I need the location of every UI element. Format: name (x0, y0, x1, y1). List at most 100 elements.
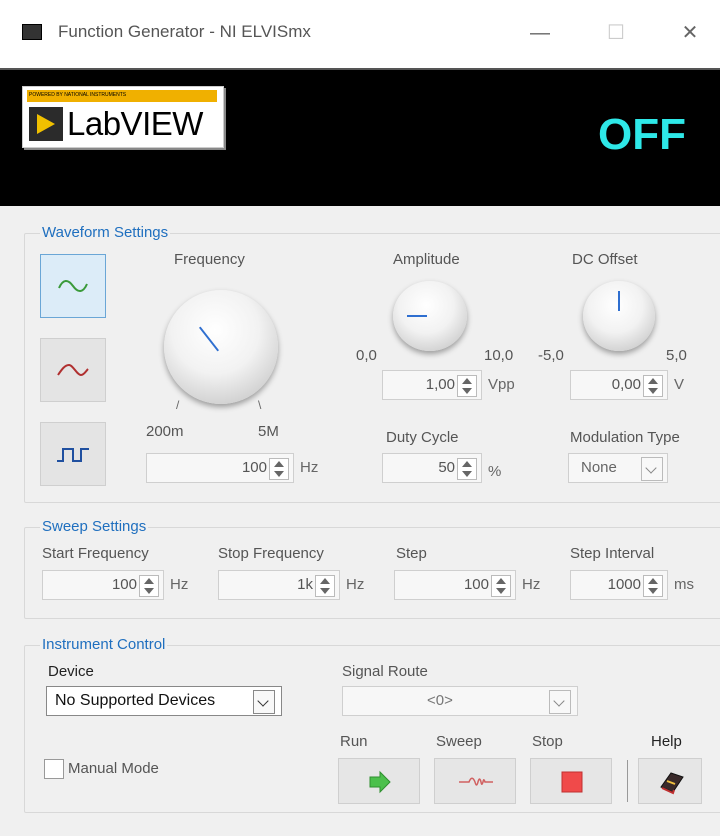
device-select[interactable]: No Supported Devices (46, 686, 282, 716)
frequency-knob-pointer (198, 326, 220, 352)
triangle-wave-button[interactable] (40, 338, 106, 402)
frequency-min-label: 200m (146, 423, 184, 440)
sine-wave-button[interactable] (40, 254, 106, 318)
dc-offset-min-label: -5,0 (538, 347, 564, 364)
modulation-type-label: Modulation Type (570, 429, 680, 446)
help-book-icon (660, 772, 684, 795)
logo-strip: POWERED BY NATIONAL INSTRUMENTS (27, 90, 217, 102)
dc-offset-unit: V (674, 376, 685, 393)
step-label: Step (396, 545, 427, 562)
start-frequency-unit: Hz (170, 576, 189, 593)
stop-frequency-spinner[interactable] (315, 575, 335, 597)
square-wave-button[interactable] (40, 422, 106, 486)
modulation-type-value: None (581, 459, 617, 476)
start-frequency-value: 100 (111, 576, 137, 593)
amplitude-value: 1,00 (425, 376, 455, 393)
step-value: 100 (463, 576, 489, 593)
modulation-type-select[interactable]: None (568, 453, 668, 483)
minimize-button[interactable]: — (520, 18, 560, 48)
logo-text: LabVIEW (67, 105, 203, 142)
stop-frequency-value: 1k (297, 576, 313, 593)
frequency-knob-min-tick: / (176, 398, 180, 412)
signal-route-value: <0> (427, 692, 453, 709)
sweep-wave-icon (459, 777, 493, 786)
dc-offset-spinner[interactable] (643, 375, 663, 397)
run-label: Run (340, 733, 368, 750)
instrument-control-title: Instrument Control (40, 636, 168, 653)
sweep-label: Sweep (436, 733, 482, 750)
maximize-button[interactable]: ☐ (596, 18, 636, 48)
chevron-down-icon[interactable] (641, 457, 663, 481)
frequency-value: 100 (241, 459, 267, 476)
start-frequency-spinner[interactable] (139, 575, 159, 597)
step-interval-input[interactable]: 1000 (570, 570, 668, 600)
arrow-right-icon (369, 770, 391, 794)
frequency-input[interactable]: 100 (146, 453, 294, 483)
frequency-spinner[interactable] (269, 458, 289, 480)
dc-offset-knob[interactable] (583, 281, 655, 351)
manual-mode-checkbox[interactable] (44, 759, 64, 779)
title-bar: Function Generator - NI ELVISmx — ☐ ✕ (0, 0, 720, 70)
step-interval-value: 1000 (607, 576, 641, 593)
signal-route-label: Signal Route (342, 663, 428, 680)
sine-wave-icon (58, 280, 88, 292)
amplitude-knob[interactable] (393, 281, 467, 351)
step-input[interactable]: 100 (394, 570, 516, 600)
amplitude-label: Amplitude (393, 251, 460, 268)
chevron-down-icon[interactable] (253, 690, 275, 714)
stop-label: Stop (532, 733, 563, 750)
signal-route-select[interactable]: <0> (342, 686, 578, 716)
labview-icon (29, 107, 63, 141)
step-unit: Hz (522, 576, 541, 593)
logo-strip-text: POWERED BY NATIONAL INSTRUMENTS (29, 92, 127, 98)
run-button[interactable] (338, 758, 420, 804)
waveform-settings-title: Waveform Settings (40, 224, 171, 241)
duty-cycle-label: Duty Cycle (386, 429, 459, 446)
dc-offset-label: DC Offset (572, 251, 638, 268)
amplitude-input[interactable]: 1,00 (382, 370, 482, 400)
dc-offset-input[interactable]: 0,00 (570, 370, 668, 400)
duty-cycle-value: 50 (438, 459, 455, 476)
step-interval-spinner[interactable] (643, 575, 663, 597)
duty-cycle-unit: % (488, 463, 502, 480)
amplitude-knob-pointer (407, 315, 427, 317)
device-label: Device (48, 663, 94, 680)
device-value: No Supported Devices (55, 692, 216, 709)
help-button[interactable] (638, 758, 702, 804)
triangle-wave-icon (57, 363, 89, 377)
labview-logo: POWERED BY NATIONAL INSTRUMENTS LabVIEW (22, 86, 224, 148)
stop-frequency-unit: Hz (346, 576, 365, 593)
amplitude-unit: Vpp (488, 376, 515, 393)
stop-frequency-label: Stop Frequency (218, 545, 324, 562)
app-icon (22, 24, 42, 40)
help-label: Help (651, 733, 682, 750)
stop-frequency-input[interactable]: 1k (218, 570, 340, 600)
duty-cycle-input[interactable]: 50 (382, 453, 482, 483)
window-title: Function Generator - NI ELVISmx (58, 22, 311, 41)
amplitude-max-label: 10,0 (484, 347, 514, 364)
close-button[interactable]: ✕ (670, 18, 710, 48)
amplitude-spinner[interactable] (457, 375, 477, 397)
status-indicator: OFF (598, 110, 686, 159)
frequency-unit: Hz (300, 459, 319, 476)
frequency-knob-max-tick: \ (258, 398, 262, 412)
chevron-down-icon[interactable] (549, 690, 571, 714)
frequency-knob[interactable] (164, 290, 278, 404)
dc-offset-value: 0,00 (611, 376, 641, 393)
manual-mode-label: Manual Mode (68, 760, 159, 777)
step-interval-unit: ms (674, 576, 694, 593)
dc-offset-max-label: 5,0 (666, 347, 687, 364)
stop-square-icon (561, 771, 583, 793)
frequency-max-label: 5M (258, 423, 279, 440)
start-frequency-input[interactable]: 100 (42, 570, 164, 600)
step-spinner[interactable] (491, 575, 511, 597)
duty-cycle-spinner[interactable] (457, 458, 477, 480)
step-interval-label: Step Interval (570, 545, 655, 562)
stop-button[interactable] (530, 758, 612, 804)
frequency-label: Frequency (174, 251, 245, 268)
start-frequency-label: Start Frequency (42, 545, 149, 562)
sweep-button[interactable] (434, 758, 516, 804)
dc-offset-knob-pointer (618, 291, 620, 311)
square-wave-icon (57, 448, 89, 462)
amplitude-min-label: 0,0 (356, 347, 377, 364)
